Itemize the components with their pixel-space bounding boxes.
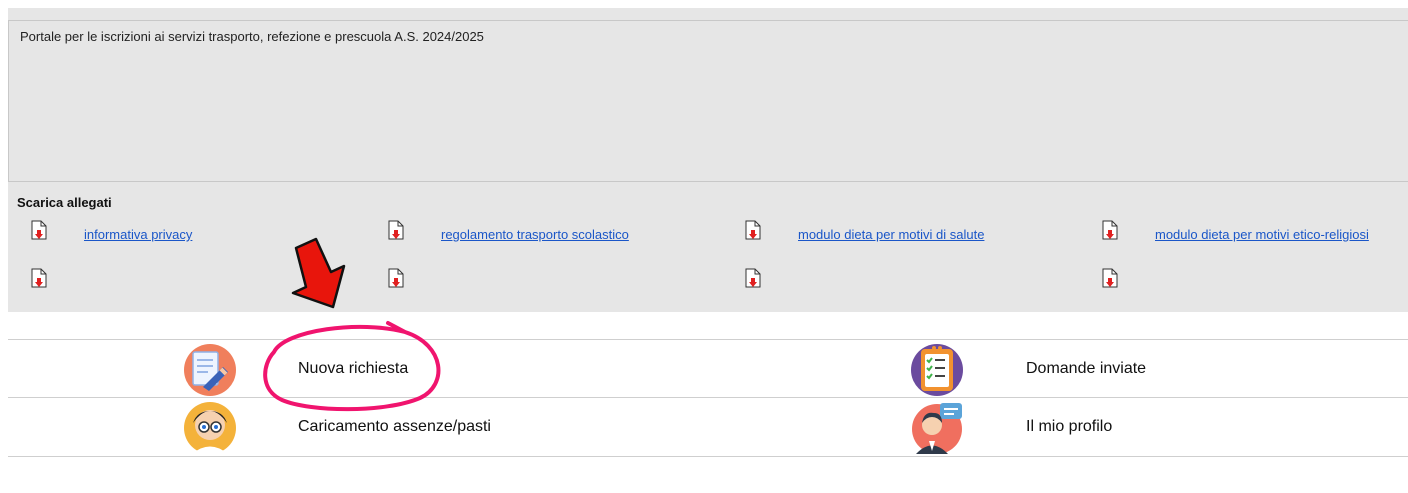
pdf-download-icon[interactable] bbox=[745, 220, 761, 240]
menu-divider bbox=[8, 456, 1408, 457]
menu-item-my-profile[interactable]: Il mio profilo bbox=[1026, 418, 1112, 436]
absences-meals-icon[interactable] bbox=[183, 401, 237, 455]
pdf-download-icon[interactable] bbox=[388, 268, 404, 288]
menu-item-new-request[interactable]: Nuova richiesta bbox=[298, 360, 408, 378]
pdf-download-icon[interactable] bbox=[1102, 220, 1118, 240]
pdf-download-icon[interactable] bbox=[31, 220, 47, 240]
pdf-download-icon[interactable] bbox=[31, 268, 47, 288]
attachment-link-modulo-dieta-salute[interactable]: modulo dieta per motivi di salute bbox=[798, 227, 984, 242]
attachment-link-informativa-privacy[interactable]: informativa privacy bbox=[84, 227, 192, 242]
menu-item-sent-applications[interactable]: Domande inviate bbox=[1026, 360, 1146, 378]
menu-divider bbox=[8, 339, 1408, 340]
menu-item-absences-meals[interactable]: Caricamento assenze/pasti bbox=[298, 418, 491, 436]
pdf-download-icon[interactable] bbox=[1102, 268, 1118, 288]
new-request-icon[interactable] bbox=[183, 343, 237, 397]
pdf-download-icon[interactable] bbox=[388, 220, 404, 240]
description-box: Portale per le iscrizioni ai servizi tra… bbox=[8, 20, 1408, 182]
portal-description: Portale per le iscrizioni ai servizi tra… bbox=[20, 29, 484, 44]
my-profile-icon[interactable] bbox=[910, 401, 964, 455]
sent-applications-icon[interactable] bbox=[910, 343, 964, 397]
attachment-link-modulo-dieta-etico[interactable]: modulo dieta per motivi etico-religiosi bbox=[1155, 227, 1369, 242]
attachment-link-regolamento-trasporto[interactable]: regolamento trasporto scolastico bbox=[441, 227, 629, 242]
attachments-title: Scarica allegati bbox=[17, 195, 112, 210]
pdf-download-icon[interactable] bbox=[745, 268, 761, 288]
menu-divider bbox=[8, 397, 1408, 398]
